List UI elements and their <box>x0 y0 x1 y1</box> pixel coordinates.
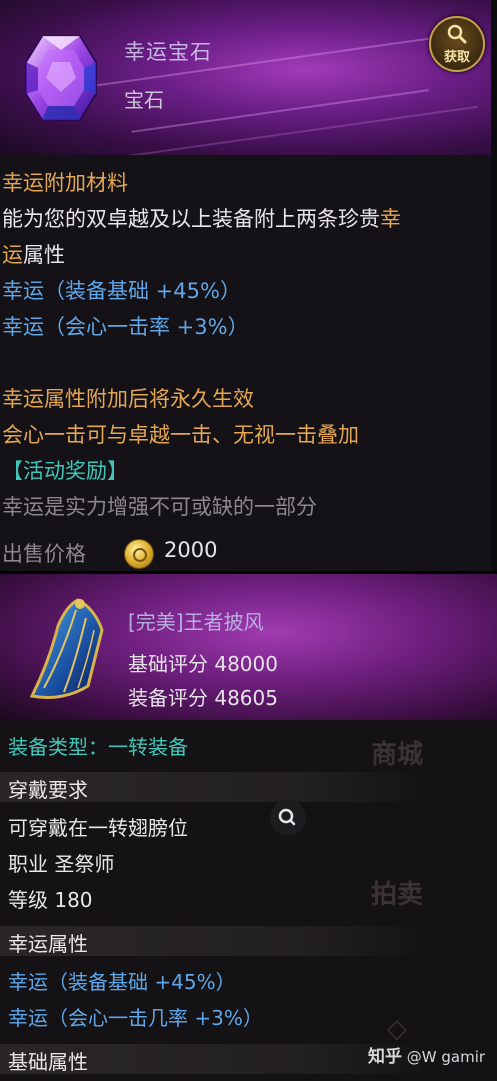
description-line-1: 能为您的双卓越及以上装备附上两条珍贵幸 <box>2 207 401 231</box>
section-title: 幸运附加材料 <box>2 171 128 195</box>
note-line-2: 会心一击可与卓越一击、无视一击叠加 <box>2 423 359 447</box>
item-tooltip-lucky-gem: 幸运宝石 宝石 获取 幸运附加材料 能为您的双卓越及以上装备附上两条珍贵幸 运属… <box>0 0 491 571</box>
acquire-button[interactable]: 获取 <box>429 16 485 72</box>
note-line-1: 幸运属性附加后将永久生效 <box>2 387 254 411</box>
equip-type: 装备类型：一转装备 <box>8 735 188 759</box>
luck-stat-2: 幸运（会心一击几率 +3%） <box>8 1006 263 1030</box>
gold-coin-icon <box>124 539 154 569</box>
base-attr-title: 基础属性 <box>8 1050 88 1074</box>
requirement-class: 职业 圣祭师 <box>8 852 115 876</box>
sell-price-label: 出售价格 <box>2 542 86 566</box>
item-tooltip-royal-cape: [完美]王者披风 基础评分 48000 装备评分 48605 商城 拍卖 ◇ 装… <box>0 574 497 1081</box>
item-header: [完美]王者披风 基础评分 48000 装备评分 48605 <box>0 574 497 720</box>
item-name: [完美]王者披风 <box>128 610 264 634</box>
equip-score: 装备评分 48605 <box>128 686 278 710</box>
item-type: 宝石 <box>124 88 164 112</box>
item-header: 幸运宝石 宝石 获取 <box>0 0 491 155</box>
luck-stat-1: 幸运（装备基础 +45%） <box>8 970 236 994</box>
acquire-magnifier-icon <box>445 22 469 46</box>
background-deco: ◇ <box>387 1014 407 1044</box>
royal-cape-icon <box>18 596 114 704</box>
requirement-title: 穿戴要求 <box>8 778 88 802</box>
luck-attr-title: 幸运属性 <box>8 932 88 956</box>
luck-stat-2: 幸运（会心一击率 +3%） <box>2 315 249 339</box>
requirement-slot: 可穿戴在一转翅膀位 <box>8 816 188 840</box>
acquire-label: 获取 <box>443 50 470 65</box>
event-tag: 【活动奖励】 <box>2 459 128 483</box>
sell-price-value: 2000 <box>164 538 218 562</box>
flavor-text: 幸运是实力增强不可或缺的一部分 <box>2 495 317 519</box>
luck-gem-icon <box>22 32 100 124</box>
search-icon[interactable] <box>270 800 306 836</box>
background-deco: 商城 <box>370 740 423 770</box>
description-line-2: 运属性 <box>2 243 65 267</box>
luck-stat-1: 幸运（装备基础 +45%） <box>2 279 241 303</box>
base-score: 基础评分 48000 <box>128 652 278 676</box>
watermark: 知乎 @W gamir <box>368 1047 486 1067</box>
item-name: 幸运宝石 <box>124 40 212 64</box>
requirement-level: 等级 180 <box>8 888 93 912</box>
background-deco: 拍卖 <box>370 880 423 910</box>
